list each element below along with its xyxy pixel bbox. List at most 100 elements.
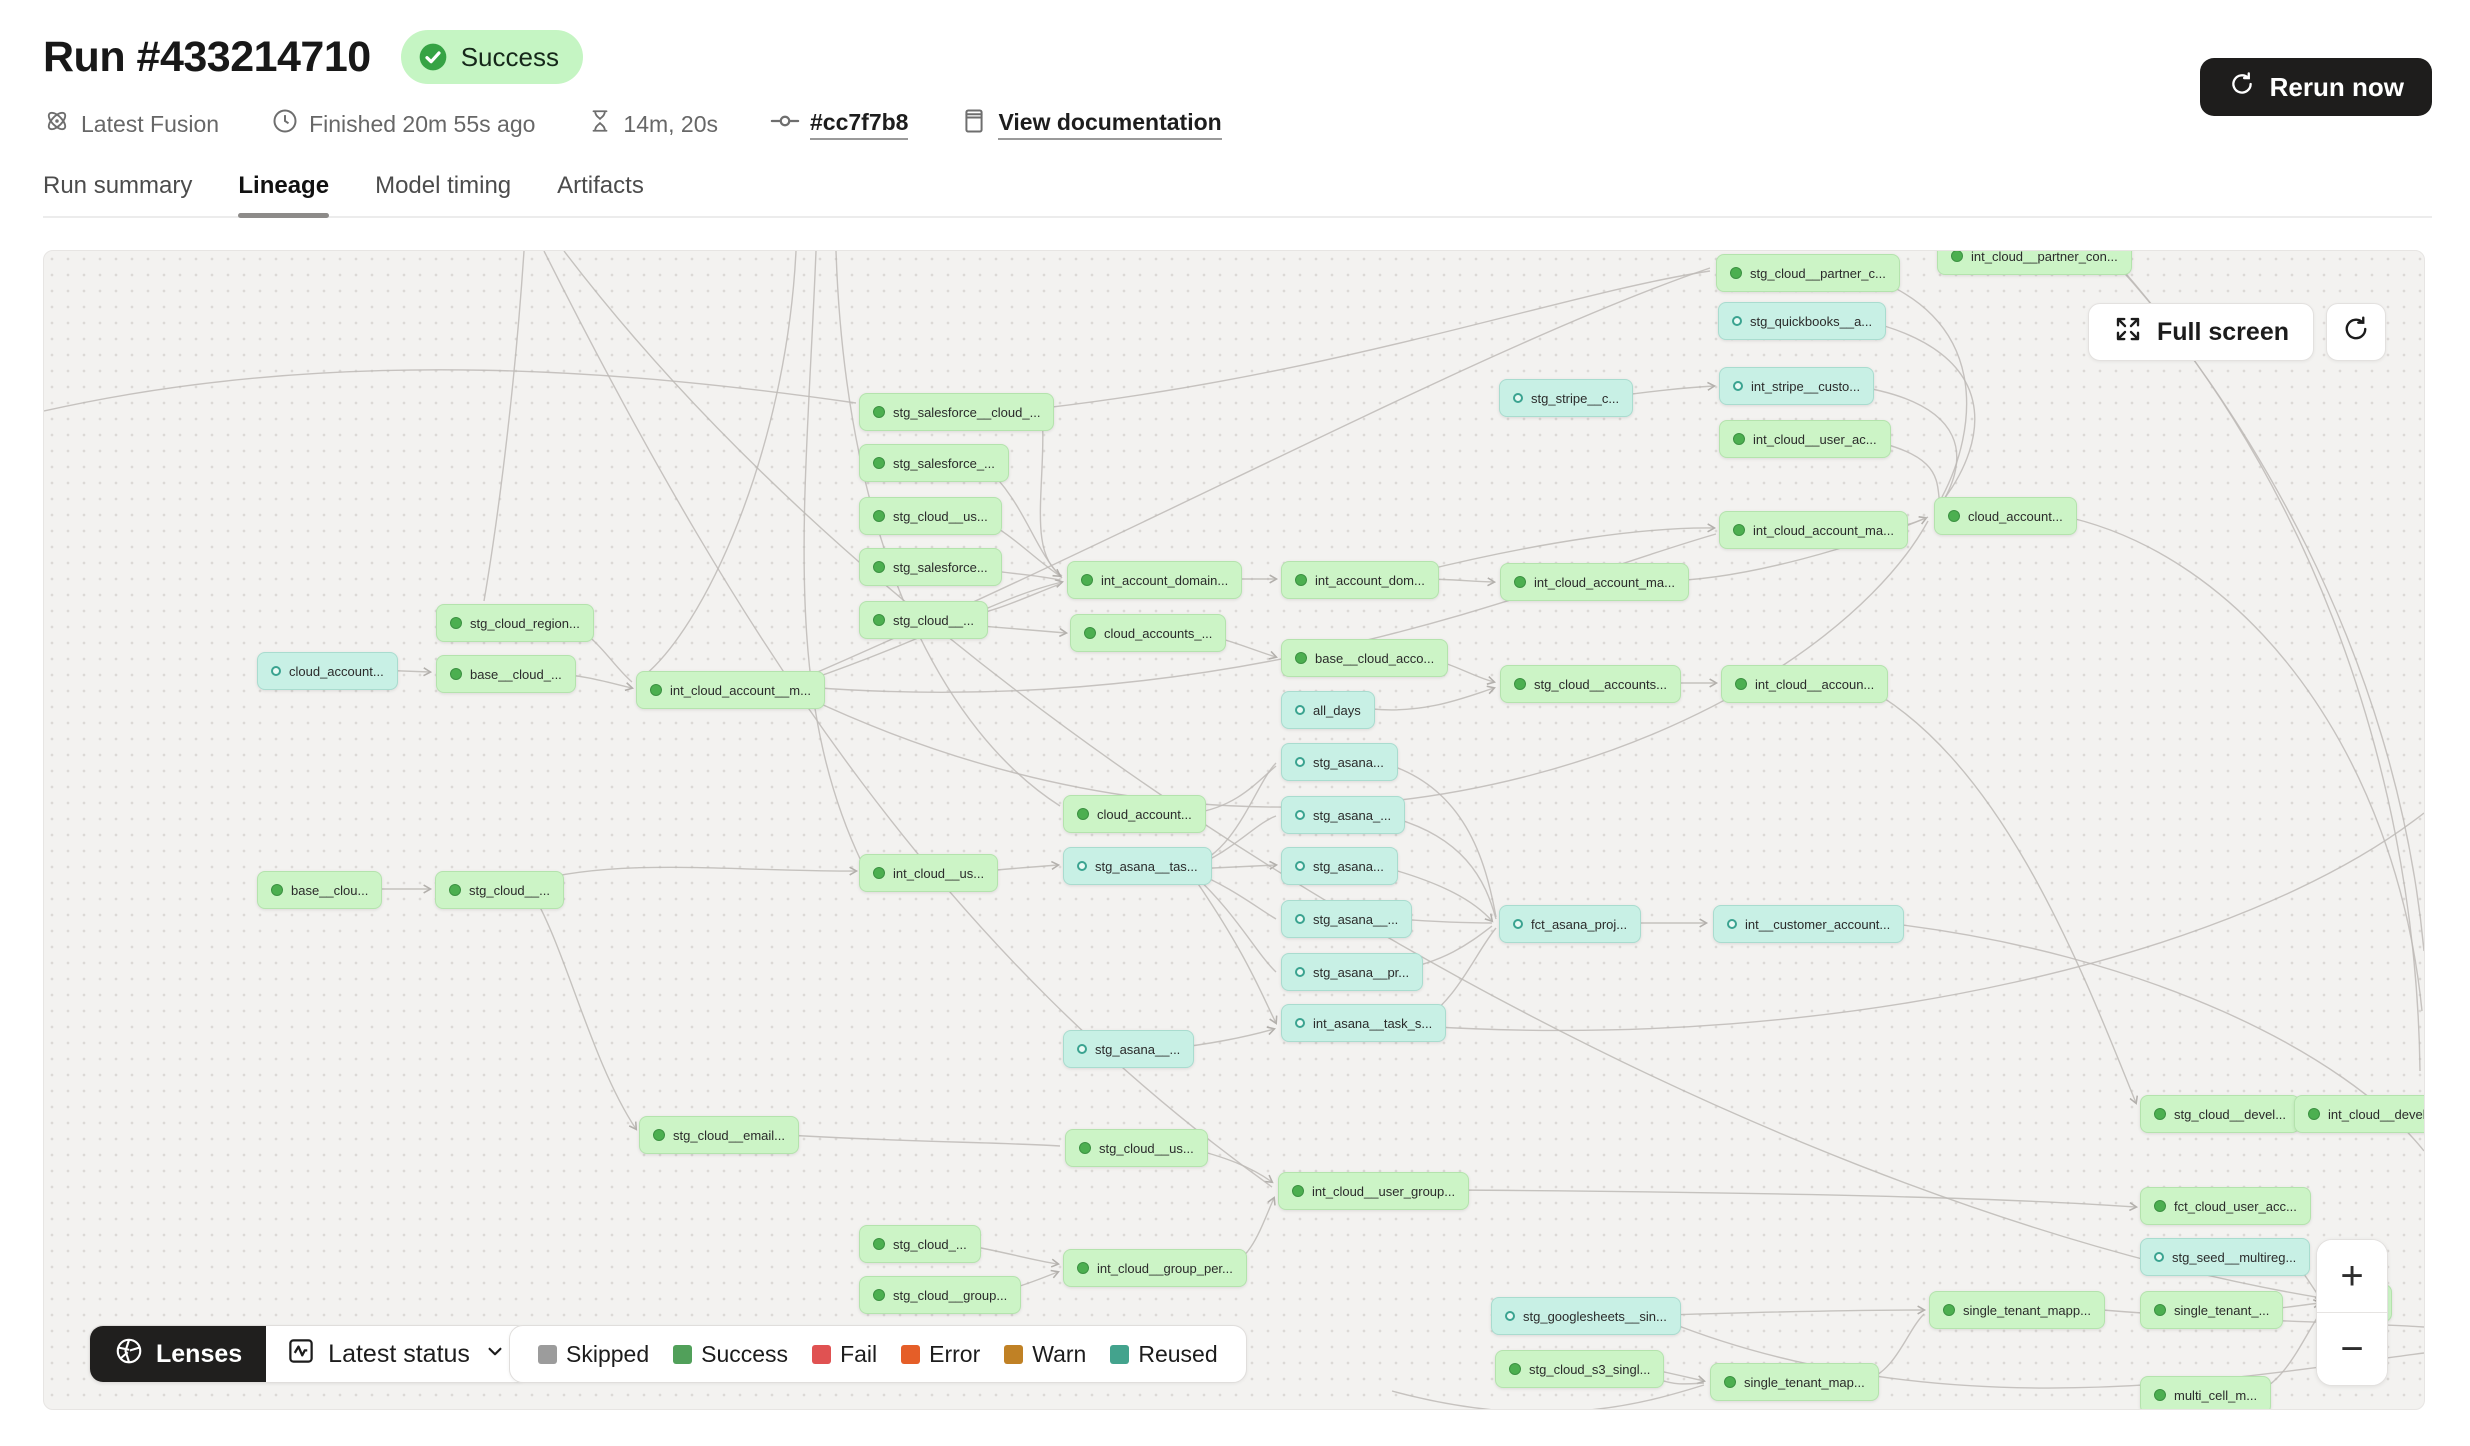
lineage-node[interactable]: stg_cloud__us... — [1065, 1129, 1208, 1167]
lineage-node[interactable]: multi_cell_m... — [2140, 1376, 2271, 1410]
lineage-node[interactable]: stg_cloud_region... — [436, 604, 594, 642]
node-label: multi_cell_m... — [2174, 1388, 2257, 1403]
lineage-node[interactable]: cloud_account... — [1934, 497, 2077, 535]
node-label: stg_asana__tas... — [1095, 859, 1198, 874]
node-label: single_tenant_... — [2174, 1303, 2269, 1318]
lineage-node[interactable]: int_cloud__partner_con... — [1937, 250, 2132, 275]
tab-bar: Run summary Lineage Model timing Artifac… — [43, 172, 2432, 218]
lineage-node[interactable]: int_cloud__group_per... — [1063, 1249, 1247, 1287]
node-label: stg_asana__... — [1095, 1042, 1180, 1057]
lineage-node[interactable]: stg_quickbooks__a... — [1718, 302, 1886, 340]
commit-link[interactable]: #cc7f7b8 — [810, 109, 908, 140]
tab-run-summary[interactable]: Run summary — [43, 172, 192, 216]
success-dot-icon — [1951, 250, 1963, 262]
lineage-node[interactable]: int_cloud_account_ma... — [1500, 563, 1689, 601]
tab-model-timing[interactable]: Model timing — [375, 172, 511, 216]
lineage-node[interactable]: int_cloud__accoun... — [1721, 665, 1888, 703]
node-label: cloud_account... — [1097, 807, 1192, 822]
lineage-node[interactable]: stg_cloud__devel... — [2140, 1095, 2300, 1133]
lineage-node[interactable]: single_tenant_... — [2140, 1291, 2283, 1329]
status-legend: SkippedSuccessFailErrorWarnReused — [509, 1325, 1247, 1383]
node-label: fct_cloud_user_acc... — [2174, 1199, 2297, 1214]
lineage-node[interactable]: cloud_account... — [257, 652, 398, 690]
lineage-node[interactable]: int_asana__task_s... — [1281, 1004, 1446, 1042]
lineage-node[interactable]: stg_salesforce... — [859, 548, 1002, 586]
fullscreen-button[interactable]: Full screen — [2088, 303, 2314, 361]
lineage-node[interactable]: all_days — [1281, 691, 1375, 729]
lineage-node[interactable]: stg_asana__... — [1281, 900, 1412, 938]
zoom-out-button[interactable]: − — [2317, 1313, 2387, 1385]
lineage-node[interactable]: stg_cloud_s3_singl... — [1495, 1350, 1664, 1388]
legend-item-warn: Warn — [1004, 1341, 1086, 1368]
reused-dot-icon — [1505, 1311, 1515, 1321]
lineage-node[interactable]: stg_googlesheets__sin... — [1491, 1297, 1681, 1335]
lineage-node[interactable]: base__cloud_acco... — [1281, 639, 1448, 677]
legend-label: Reused — [1138, 1341, 1217, 1368]
lens-select[interactable]: Latest status — [266, 1326, 528, 1382]
success-dot-icon — [1077, 808, 1089, 820]
lenses-button[interactable]: Lenses — [90, 1326, 266, 1382]
lineage-node[interactable]: int_cloud_account__m... — [636, 671, 825, 709]
node-label: int__customer_account... — [1745, 917, 1890, 932]
lineage-node[interactable]: base__clou... — [257, 871, 382, 909]
view-documentation-link[interactable]: View documentation — [998, 109, 1221, 140]
zoom-in-button[interactable]: + — [2317, 1240, 2387, 1312]
lineage-node[interactable]: stg_stripe__c... — [1499, 379, 1633, 417]
success-dot-icon — [450, 617, 462, 629]
lineage-node[interactable]: stg_cloud__... — [859, 601, 988, 639]
reused-dot-icon — [1295, 705, 1305, 715]
lineage-node[interactable]: fct_asana_proj... — [1499, 905, 1641, 943]
meta-commit: #cc7f7b8 — [770, 106, 908, 142]
lineage-node[interactable]: stg_asana... — [1281, 743, 1398, 781]
lineage-node[interactable]: fct_cloud_user_acc... — [2140, 1187, 2311, 1225]
node-label: stg_cloud__us... — [893, 509, 988, 524]
tab-artifacts[interactable]: Artifacts — [557, 172, 644, 216]
lineage-node[interactable]: stg_cloud__accounts... — [1500, 665, 1681, 703]
node-label: int_cloud_account_ma... — [1753, 523, 1894, 538]
legend-item-error: Error — [901, 1341, 980, 1368]
lineage-node[interactable]: stg_cloud__us... — [859, 497, 1002, 535]
lineage-node[interactable]: int_cloud__user_ac... — [1719, 420, 1891, 458]
lineage-node[interactable]: stg_seed__multireg... — [2140, 1238, 2310, 1276]
success-dot-icon — [1948, 510, 1960, 522]
tab-lineage[interactable]: Lineage — [238, 172, 329, 216]
lineage-node[interactable]: stg_asana... — [1281, 847, 1398, 885]
node-label: stg_asana_... — [1313, 808, 1391, 823]
lineage-node[interactable]: single_tenant_mapp... — [1929, 1291, 2105, 1329]
lineage-node[interactable]: single_tenant_map... — [1710, 1363, 1879, 1401]
success-dot-icon — [873, 614, 885, 626]
success-dot-icon — [1292, 1185, 1304, 1197]
lineage-node[interactable]: stg_cloud__email... — [639, 1116, 799, 1154]
lineage-node[interactable]: stg_cloud__... — [435, 871, 564, 909]
lineage-node[interactable]: cloud_accounts_... — [1070, 614, 1226, 652]
lineage-node[interactable]: stg_cloud_... — [859, 1225, 981, 1263]
lineage-node[interactable]: stg_salesforce__cloud_... — [859, 393, 1054, 431]
rerun-button[interactable]: Rerun now — [2200, 58, 2432, 116]
lineage-node[interactable]: int_cloud__us... — [859, 854, 998, 892]
success-dot-icon — [1079, 1142, 1091, 1154]
lineage-node[interactable]: int_cloud_account_ma... — [1719, 511, 1908, 549]
success-dot-icon — [1077, 1262, 1089, 1274]
lineage-node[interactable]: int_cloud__devel... — [2294, 1095, 2425, 1133]
refresh-canvas-button[interactable] — [2326, 303, 2386, 361]
reused-dot-icon — [1295, 757, 1305, 767]
lineage-node[interactable]: base__cloud_... — [436, 655, 576, 693]
lineage-node[interactable]: stg_asana__tas... — [1063, 847, 1212, 885]
lineage-node[interactable]: stg_salesforce_... — [859, 444, 1009, 482]
lineage-node[interactable]: stg_asana_... — [1281, 796, 1405, 834]
reused-dot-icon — [1727, 919, 1737, 929]
lineage-node[interactable]: int_account_domain... — [1067, 561, 1242, 599]
lineage-node[interactable]: stg_asana__... — [1063, 1030, 1194, 1068]
lineage-node[interactable]: int_account_dom... — [1281, 561, 1439, 599]
node-label: stg_asana... — [1313, 859, 1384, 874]
lineage-node[interactable]: int_stripe__custo... — [1719, 367, 1874, 405]
node-label: stg_quickbooks__a... — [1750, 314, 1872, 329]
lineage-node[interactable]: stg_cloud__partner_c... — [1716, 254, 1900, 292]
lineage-canvas[interactable]: stg_cloud__partner_c... int_cloud__partne… — [43, 250, 2425, 1410]
lineage-node[interactable]: int_cloud__user_group... — [1278, 1172, 1469, 1210]
lineage-node[interactable]: stg_asana__pr... — [1281, 953, 1423, 991]
lineage-node[interactable]: stg_cloud__group... — [859, 1276, 1021, 1314]
lineage-node[interactable]: cloud_account... — [1063, 795, 1206, 833]
success-dot-icon — [873, 867, 885, 879]
lineage-node[interactable]: int__customer_account... — [1713, 905, 1904, 943]
